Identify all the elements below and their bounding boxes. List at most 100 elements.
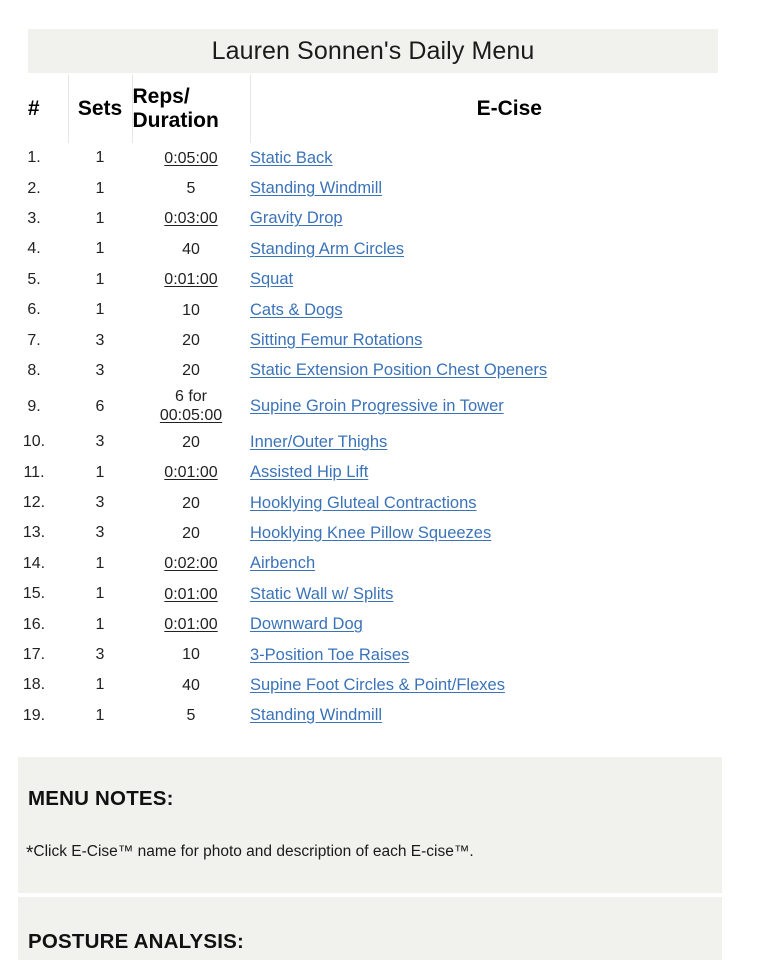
row-reps-duration: 20: [132, 487, 250, 519]
ecise-link[interactable]: Airbench: [250, 554, 315, 572]
row-sets: 3: [68, 325, 132, 356]
row-sets: 6: [68, 386, 132, 428]
ecise-link[interactable]: 3-Position Toe Raises: [250, 646, 409, 664]
row-sets: 1: [68, 203, 132, 235]
ecise-link[interactable]: Hooklying Gluteal Contractions: [250, 494, 477, 512]
table-row: 15. 1 0:01:00 Static Wall w/ Splits: [0, 579, 768, 610]
row-sets: 1: [68, 234, 132, 265]
row-reps-duration: 10: [132, 639, 250, 671]
row-number: 9.: [0, 386, 68, 428]
row-number: 2.: [0, 173, 68, 204]
table-row: 9. 6 6 for 00:05:00 Supine Groin Progressive…: [0, 386, 768, 428]
column-header-number: #: [0, 74, 69, 143]
row-ecise-cell: Sitting Femur Rotations: [250, 325, 768, 356]
daily-menu-table: # Sets Reps/ Duration E-Cise 1. 1 0:05:00 S…: [0, 74, 768, 732]
menu-title-bar: Lauren Sonnen's Daily Menu: [28, 29, 718, 73]
row-reps-value: 10: [182, 301, 200, 319]
row-sets: 1: [68, 294, 132, 326]
table-row: 7. 3 20 Sitting Femur Rotations: [0, 325, 768, 356]
row-ecise-cell: Inner/Outer Thighs: [250, 427, 768, 458]
row-reps-prefix: 6 for: [174, 387, 207, 405]
row-reps-duration: 20: [132, 427, 250, 458]
row-reps-value: 20: [182, 524, 200, 542]
menu-notes-heading: MENU NOTES:: [28, 787, 174, 810]
table-row: 2. 1 5 Standing Windmill: [0, 173, 768, 204]
row-ecise-cell: Supine Foot Circles & Point/Flexes: [250, 670, 768, 701]
row-reps-duration: 10: [132, 294, 250, 326]
ecise-link[interactable]: Sitting Femur Rotations: [250, 331, 422, 349]
table-row: 11. 1 0:01:00 Assisted Hip Lift: [0, 457, 768, 488]
row-duration-value: 0:05:00: [164, 149, 218, 167]
row-reps-duration: 6 for 00:05:00: [132, 386, 250, 428]
ecise-link[interactable]: Inner/Outer Thighs: [250, 433, 387, 451]
ecise-link[interactable]: Assisted Hip Lift: [250, 463, 368, 481]
row-sets: 1: [68, 173, 132, 204]
daily-menu-page: Lauren Sonnen's Daily Menu # Sets Reps/ …: [0, 0, 768, 960]
row-ecise-cell: Static Extension Position Chest Openers: [250, 355, 768, 387]
row-reps-value: 10: [182, 646, 200, 664]
ecise-link[interactable]: Static Back: [250, 149, 333, 167]
menu-notes-text: *Click E-Cise™ name for photo and descri…: [26, 843, 474, 863]
row-reps-duration: 40: [132, 234, 250, 265]
table-row: 10. 3 20 Inner/Outer Thighs: [0, 427, 768, 458]
row-reps-duration: 0:05:00: [132, 143, 250, 174]
row-reps-duration: 20: [132, 518, 250, 549]
ecise-link[interactable]: Gravity Drop: [250, 209, 343, 227]
posture-analysis-panel: POSTURE ANALYSIS:: [18, 897, 722, 960]
row-number: 3.: [0, 203, 68, 235]
row-reps-value: 40: [182, 676, 200, 694]
row-number: 13.: [0, 518, 68, 549]
row-reps-value: 5: [186, 707, 196, 725]
ecise-link[interactable]: Cats & Dogs: [250, 301, 343, 319]
row-reps-duration: 5: [132, 700, 250, 732]
table-header-row: # Sets Reps/ Duration E-Cise: [0, 74, 768, 143]
row-number: 6.: [0, 294, 68, 326]
row-sets: 3: [68, 487, 132, 519]
row-duration-value: 0:02:00: [164, 555, 218, 573]
row-ecise-cell: Static Wall w/ Splits: [250, 579, 768, 610]
table-row: 16. 1 0:01:00 Downward Dog: [0, 609, 768, 640]
row-sets: 1: [68, 670, 132, 701]
row-ecise-cell: Cats & Dogs: [250, 294, 768, 326]
ecise-link[interactable]: Hooklying Knee Pillow Squeezes: [250, 524, 491, 542]
row-ecise-cell: Standing Windmill: [250, 173, 768, 204]
ecise-link[interactable]: Squat: [250, 270, 293, 288]
ecise-link[interactable]: Static Extension Position Chest Openers: [250, 361, 547, 379]
row-reps-duration: 0:01:00: [132, 609, 250, 640]
table-row: 12. 3 20 Hooklying Gluteal Contractions: [0, 487, 768, 519]
row-reps-duration: 0:03:00: [132, 203, 250, 235]
row-sets: 1: [68, 548, 132, 580]
table-row: 3. 1 0:03:00 Gravity Drop: [0, 203, 768, 235]
ecise-link[interactable]: Standing Windmill: [250, 179, 382, 197]
row-ecise-cell: 3-Position Toe Raises: [250, 639, 768, 671]
row-reps-duration: 20: [132, 355, 250, 387]
table-row: 14. 1 0:02:00 Airbench: [0, 548, 768, 580]
notes-body-text: Click E-Cise™ name for photo and descrip…: [33, 843, 474, 860]
table-body: 1. 1 0:05:00 Static Back 2. 1 5 Standing Windmi…: [0, 143, 768, 732]
row-ecise-cell: Squat: [250, 264, 768, 295]
ecise-link[interactable]: Downward Dog: [250, 615, 363, 633]
menu-notes-panel: MENU NOTES: *Click E-Cise™ name for phot…: [18, 757, 722, 893]
row-reps-duration: 5: [132, 173, 250, 204]
ecise-link[interactable]: Supine Foot Circles & Point/Flexes: [250, 676, 505, 694]
table-row: 13. 3 20 Hooklying Knee Pillow Squeezes: [0, 518, 768, 549]
row-sets: 1: [68, 579, 132, 610]
table-row: 19. 1 5 Standing Windmill: [0, 700, 768, 732]
ecise-link[interactable]: Static Wall w/ Splits: [250, 585, 393, 603]
row-duration-value: 0:01:00: [164, 271, 218, 289]
row-ecise-cell: Standing Arm Circles: [250, 234, 768, 265]
row-sets: 3: [68, 518, 132, 549]
row-reps-value: 20: [182, 433, 200, 451]
row-number: 17.: [0, 639, 68, 671]
row-ecise-cell: Gravity Drop: [250, 203, 768, 235]
table-row: 8. 3 20 Static Extension Position Chest Ope…: [0, 355, 768, 387]
row-sets: 1: [68, 457, 132, 488]
row-number: 8.: [0, 355, 68, 387]
ecise-link[interactable]: Standing Windmill: [250, 706, 382, 724]
row-reps-duration: 0:01:00: [132, 264, 250, 295]
row-reps-duration: 40: [132, 670, 250, 701]
table-row: 18. 1 40 Supine Foot Circles & Point/Flexes: [0, 670, 768, 701]
ecise-link[interactable]: Standing Arm Circles: [250, 240, 404, 258]
ecise-link[interactable]: Supine Groin Progressive in Tower: [250, 397, 504, 415]
column-header-reps-duration: Reps/ Duration: [132, 74, 251, 143]
